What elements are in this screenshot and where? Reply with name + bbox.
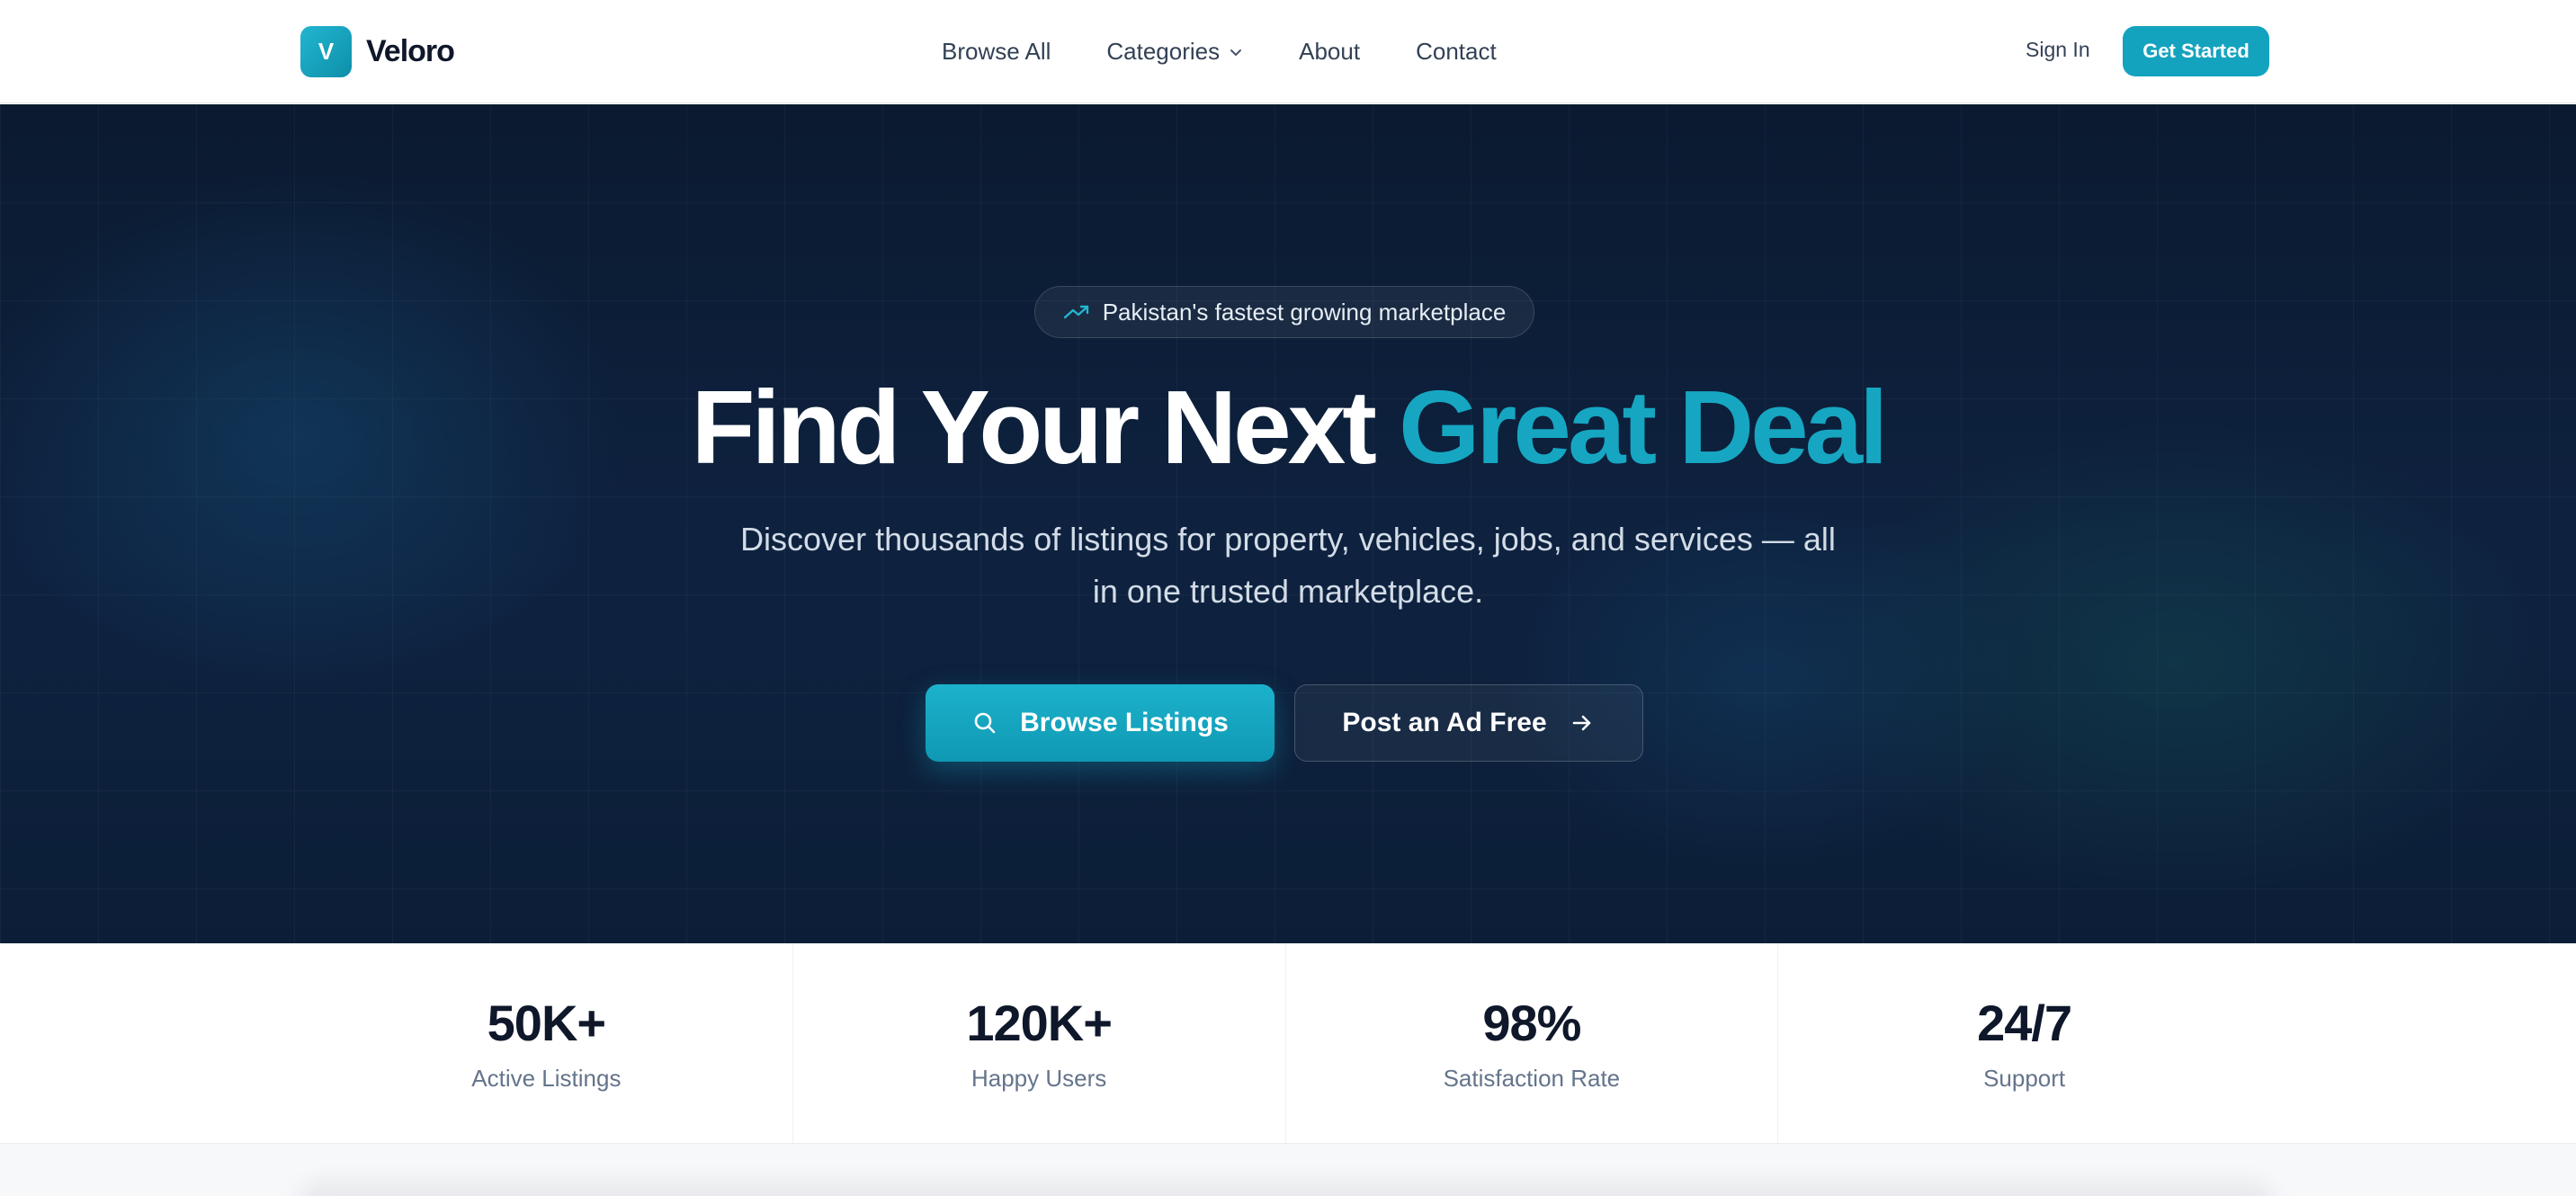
button-label: Post an Ad Free xyxy=(1342,708,1547,737)
stat-value: 98% xyxy=(1482,995,1581,1051)
stat-value: 120K+ xyxy=(966,995,1113,1051)
stat-happy-users: 120K+ Happy Users xyxy=(792,943,1285,1143)
nav-link-contact[interactable]: Contact xyxy=(1416,38,1497,66)
search-icon xyxy=(974,712,996,734)
stat-label: Satisfaction Rate xyxy=(1443,1065,1621,1092)
sign-in-link[interactable]: Sign In xyxy=(2026,38,2090,62)
headline-main: Find Your Next xyxy=(691,369,1400,486)
card-shadow xyxy=(297,1180,2276,1196)
top-navbar: V Veloro Browse All Categories About Con… xyxy=(0,0,2576,103)
nav-link-label: About xyxy=(1299,38,1361,65)
nav-link-about[interactable]: About xyxy=(1299,38,1360,66)
nav-link-categories[interactable]: Categories xyxy=(1106,38,1243,66)
next-section-edge xyxy=(0,1143,2576,1196)
marketplace-badge: Pakistan's fastest growing marketplace xyxy=(1034,286,1534,338)
badge-text: Pakistan's fastest growing marketplace xyxy=(1102,298,1507,326)
stat-support: 24/7 Support xyxy=(1777,943,2270,1143)
nav-link-label: Categories xyxy=(1106,38,1221,65)
nav-link-browse-all[interactable]: Browse All xyxy=(942,38,1051,66)
logo-mark: V xyxy=(300,25,352,77)
get-started-button[interactable]: Get Started xyxy=(2123,26,2269,76)
stat-active-listings: 50K+ Active Listings xyxy=(300,943,792,1143)
stat-satisfaction-rate: 98% Satisfaction Rate xyxy=(1284,943,1778,1143)
hero-subtitle: Discover thousands of listings for prope… xyxy=(740,521,1836,610)
trending-up-icon xyxy=(1063,305,1088,319)
stat-value: 50K+ xyxy=(487,995,606,1051)
stats-bar: 50K+ Active Listings 120K+ Happy Users 9… xyxy=(300,943,2270,1143)
post-ad-button[interactable]: Post an Ad Free xyxy=(1294,684,1643,762)
stat-label: Active Listings xyxy=(471,1065,622,1092)
stat-label: Happy Users xyxy=(970,1065,1107,1092)
brand-name: Veloro xyxy=(366,33,455,68)
nav-link-label: Browse All xyxy=(942,38,1051,65)
brand-logo[interactable]: V Veloro xyxy=(300,25,455,77)
browse-listings-button[interactable]: Browse Listings xyxy=(926,684,1275,762)
main-nav: Browse All Categories About Contact xyxy=(942,0,1497,103)
headline-accent: Great Deal xyxy=(1399,369,1888,486)
hero-headline: Find Your Next Great Deal xyxy=(0,365,2576,490)
arrow-right-icon xyxy=(1572,715,1590,731)
chevron-down-icon xyxy=(1230,49,1242,56)
stat-value: 24/7 xyxy=(1977,995,2072,1051)
nav-link-label: Contact xyxy=(1416,38,1497,65)
hero-section: Pakistan's fastest growing marketplace F… xyxy=(0,104,2576,943)
button-label: Browse Listings xyxy=(1020,708,1229,737)
stat-label: Support xyxy=(1983,1065,2066,1092)
